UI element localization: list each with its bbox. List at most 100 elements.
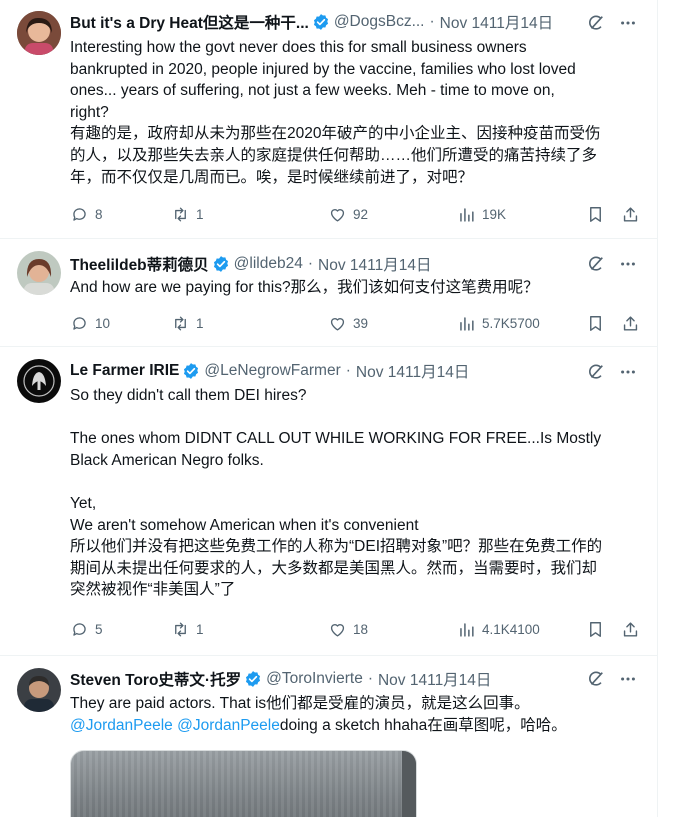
grok-icon[interactable] (587, 255, 605, 273)
header-icons (587, 363, 637, 381)
views-icon (460, 316, 474, 331)
tweet-text-line: @JordanPeele @JordanPeeledoing a sketch … (70, 715, 650, 737)
bookmark-icon (590, 315, 601, 331)
display-name[interactable]: Theelildeb蒂莉德贝 (70, 253, 209, 275)
verified-badge-icon (212, 255, 230, 273)
grok-icon[interactable] (587, 363, 605, 381)
retweet-count: 1 (196, 315, 204, 331)
tweet-header: Le Farmer IRIE @LeNegrowFarmer · Nov 141… (70, 361, 640, 381)
tweet-text-segment: doing a sketch hhaha在画草图呢，哈哈。 (279, 716, 567, 734)
bookmark-button[interactable] (586, 205, 605, 224)
tweet-1[interactable]: But it's a Dry Heat但这是一种干... @DogsBcz...… (0, 0, 657, 239)
media-image[interactable] (70, 750, 417, 817)
timestamp[interactable]: Nov 1411月14日 (440, 11, 553, 33)
user-handle[interactable]: @ToroInvierte (266, 670, 363, 688)
tweet-text-line: bankrupted in 2020, people injured by th… (70, 60, 576, 78)
avatar[interactable] (17, 668, 61, 712)
timestamp[interactable]: Nov 1411月14日 (378, 668, 491, 690)
bookmark-icon (590, 621, 601, 637)
header-icons (587, 14, 637, 32)
tweet-text: Interesting how the govt never does this… (70, 37, 650, 188)
tweet-feed: But it's a Dry Heat但这是一种干... @DogsBcz...… (0, 0, 658, 817)
tweet-text-line: ones... years of suffering, not just a f… (70, 82, 555, 100)
retweet-button[interactable]: 1 (171, 205, 204, 224)
tweet-text-line: 年，而不仅仅是几周而已。唉，是时候继续前进了，对吧？ (70, 168, 474, 186)
retweet-button[interactable]: 1 (171, 314, 204, 333)
tweet-2[interactable]: Theelildeb蒂莉德贝 @lildeb24 · Nov 1411月14日 … (0, 238, 657, 347)
tweet-text-line: So they didn't call them DEI hires? (70, 387, 307, 404)
retweet-count: 1 (196, 621, 204, 637)
separator-dot: · (429, 13, 435, 30)
share-icon (623, 315, 638, 331)
display-name[interactable]: But it's a Dry Heat但这是一种干... (70, 11, 309, 33)
tweet-text-line: The ones whom DIDNT CALL OUT WHILE WORKI… (70, 430, 602, 448)
like-count: 92 (353, 206, 369, 222)
user-handle[interactable]: @lildeb24 (234, 255, 303, 273)
reply-button[interactable]: 5 (70, 620, 103, 639)
more-icon[interactable] (619, 255, 637, 273)
more-icon[interactable] (619, 363, 637, 381)
tweet-text-line: 突然被视作“非美国人”了 (70, 581, 236, 599)
share-button[interactable] (621, 314, 640, 333)
bookmark-button[interactable] (586, 620, 605, 639)
display-name[interactable]: Steven Toro史蒂文·托罗 (70, 668, 241, 690)
tweet-3[interactable]: Le Farmer IRIE @LeNegrowFarmer · Nov 141… (0, 346, 657, 656)
views-button[interactable]: 5.7K5700 (457, 314, 540, 333)
views-icon (460, 622, 474, 637)
tweet-actions: 8 1 92 19K (70, 204, 640, 224)
like-button[interactable]: 18 (328, 620, 368, 639)
reply-count: 8 (95, 206, 103, 222)
tweet-text: And how are we paying for this?那么，我们该如何支… (70, 277, 650, 299)
views-count: 5.7K5700 (482, 315, 540, 331)
share-button[interactable] (621, 205, 640, 224)
reply-button[interactable]: 8 (70, 205, 103, 224)
views-button[interactable]: 19K (457, 205, 506, 224)
retweet-icon (175, 621, 186, 637)
timestamp[interactable]: Nov 1411月14日 (318, 253, 431, 275)
tweet-text-line: And how are we paying for this?那么，我们该如何支… (70, 279, 539, 296)
user-handle[interactable]: @LeNegrowFarmer (204, 362, 340, 380)
like-count: 18 (353, 621, 369, 637)
reply-icon (73, 207, 86, 221)
tweet-header: But it's a Dry Heat但这是一种干... @DogsBcz...… (70, 12, 640, 32)
like-count: 39 (353, 315, 369, 331)
tweet-header: Steven Toro史蒂文·托罗 @ToroInvierte · Nov 14… (70, 669, 640, 689)
bookmark-icon (590, 206, 601, 222)
like-icon (330, 623, 345, 637)
like-button[interactable]: 39 (328, 314, 368, 333)
tweet-text-line: We aren't somehow American when it's con… (70, 516, 419, 534)
views-count: 19K (482, 206, 507, 222)
retweet-button[interactable]: 1 (171, 620, 204, 639)
tweet-text-line: 的人，以及那些失去亲人的家庭提供任何帮助……他们所遭受的痛苦持续了多 (70, 146, 598, 164)
reply-icon (73, 316, 86, 330)
user-handle[interactable]: @DogsBcz... (334, 13, 425, 31)
avatar[interactable] (17, 251, 61, 295)
tweet-text-line: They are paid actors. That is他们都是受雇的演员，就… (70, 695, 530, 712)
more-icon[interactable] (619, 670, 637, 688)
tweet-text-line: right? (70, 103, 109, 121)
display-name[interactable]: Le Farmer IRIE (70, 362, 179, 380)
tweet-text-line: 所以他们并没有把这些免费工作的人称为“DEI招聘对象”吧？那些在免费工作的 (70, 538, 603, 556)
timestamp[interactable]: Nov 1411月14日 (356, 360, 469, 382)
verified-badge-icon (312, 13, 330, 31)
mention-link[interactable]: @JordanPeele (70, 717, 173, 734)
tweet-actions: 10 1 39 5.7K5700 (70, 313, 640, 333)
retweet-icon (175, 206, 186, 222)
tweet-text-line: Black American Negro folks. (70, 451, 264, 469)
like-button[interactable]: 92 (328, 205, 368, 224)
views-button[interactable]: 4.1K4100 (457, 620, 540, 639)
bookmark-button[interactable] (586, 314, 605, 333)
tweet-header: Theelildeb蒂莉德贝 @lildeb24 · Nov 1411月14日 (70, 254, 640, 274)
like-icon (330, 208, 345, 222)
mention-link[interactable]: @JordanPeele (177, 717, 280, 734)
tweet-text-line: Yet, (70, 494, 97, 512)
share-icon (623, 206, 638, 222)
grok-icon[interactable] (587, 14, 605, 32)
more-icon[interactable] (619, 14, 637, 32)
reply-button[interactable]: 10 (70, 314, 110, 333)
share-button[interactable] (621, 620, 640, 639)
grok-icon[interactable] (587, 670, 605, 688)
avatar[interactable] (17, 11, 61, 55)
avatar[interactable] (17, 359, 61, 403)
media-edge (402, 751, 416, 817)
